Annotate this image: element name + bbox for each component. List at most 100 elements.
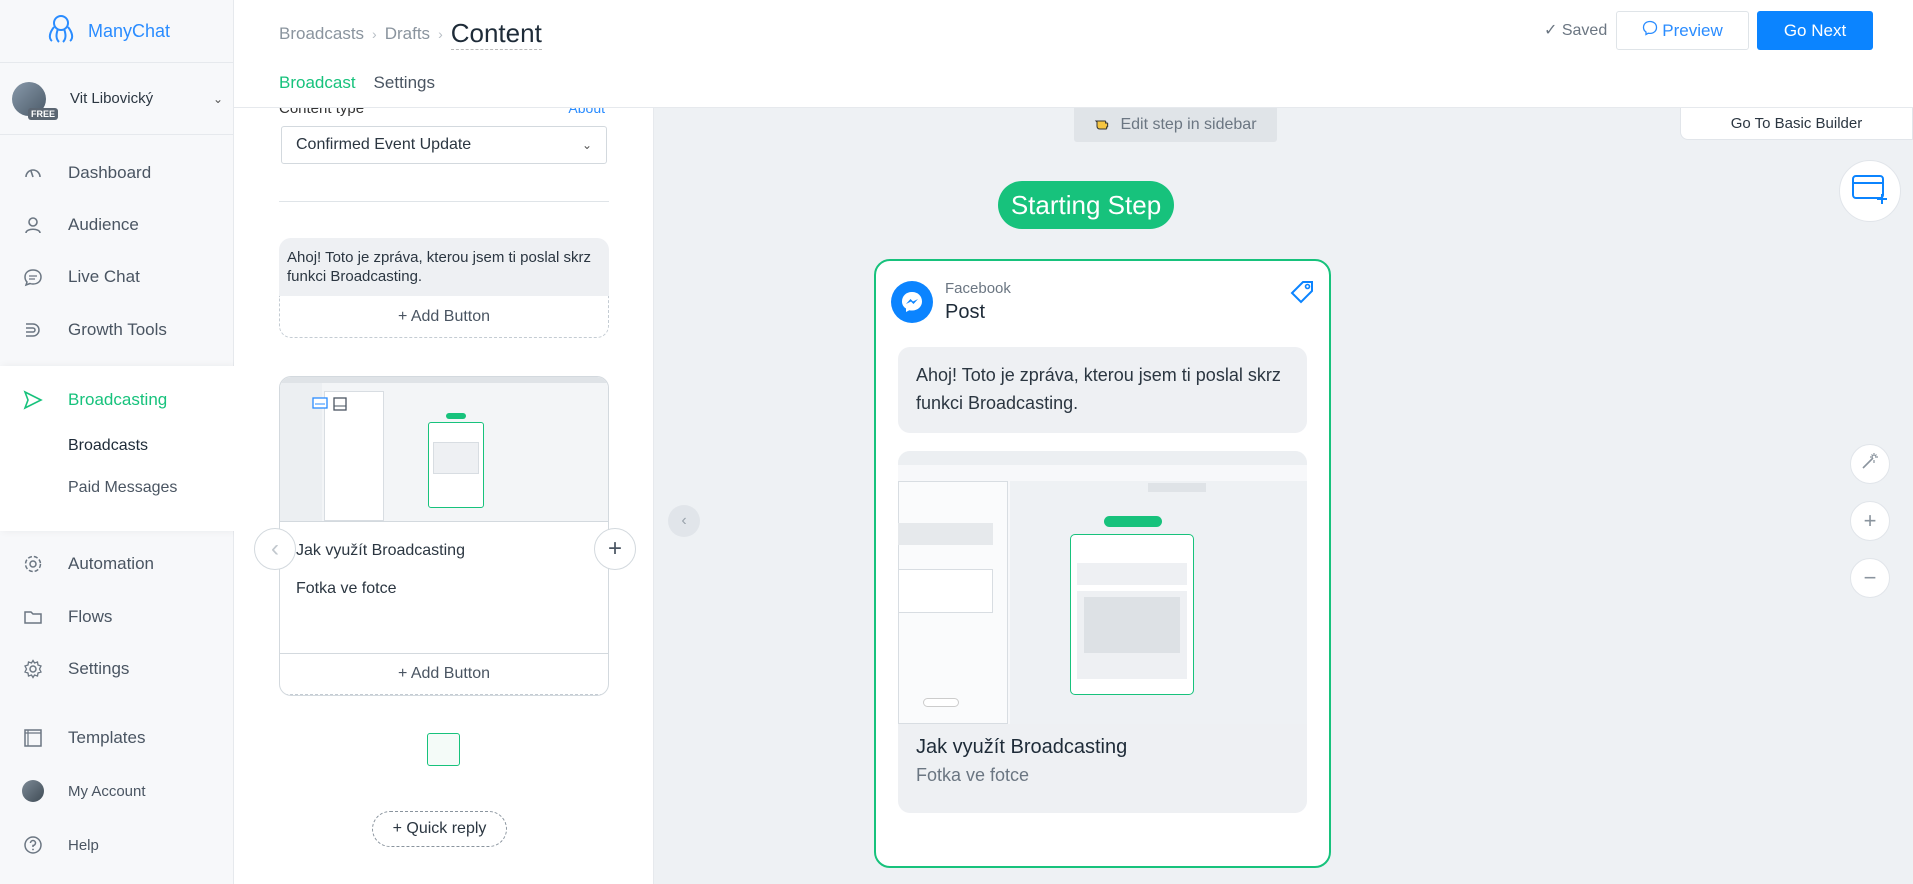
sidebar-item-label: Dashboard	[68, 163, 152, 182]
node-card-title: Jak využít Broadcasting	[916, 736, 1128, 758]
add-button-button[interactable]: + Add Button	[279, 296, 609, 338]
pointing-hand-icon	[1094, 115, 1114, 136]
help-icon	[22, 834, 44, 856]
text-message-block[interactable]: Ahoj! Toto je zpráva, kterou jsem ti pos…	[279, 238, 609, 338]
chevron-left-icon: ‹	[681, 512, 687, 529]
node-platform: Facebook	[945, 280, 1011, 297]
sidebar-item-label: Templates	[68, 728, 146, 747]
sidebar-item-help[interactable]: Help	[0, 825, 234, 865]
gear-icon	[22, 658, 44, 680]
check-icon: ✓	[1544, 22, 1558, 39]
add-gallery-card-button[interactable]: +	[594, 528, 636, 570]
sidebar-item-label: Flows	[68, 607, 113, 626]
add-step-button[interactable]	[1839, 160, 1901, 222]
plus-icon: +	[607, 535, 622, 562]
gallery-image[interactable]	[280, 377, 608, 522]
divider	[279, 201, 609, 202]
breadcrumb-broadcasts[interactable]: Broadcasts	[279, 24, 364, 44]
brand-name: ManyChat	[88, 20, 171, 41]
message-text[interactable]: Ahoj! Toto je zpráva, kterou jsem ti pos…	[279, 238, 609, 296]
edit-step-hint: Edit step in sidebar	[1074, 108, 1277, 142]
preview-button[interactable]: Preview	[1616, 11, 1749, 50]
sidebar-item-live-chat[interactable]: Live Chat	[0, 257, 234, 297]
breadcrumb: Broadcasts › Drafts › Content	[279, 18, 542, 50]
content-type-label: Content type	[279, 108, 365, 117]
minus-icon: −	[1863, 565, 1877, 590]
gallery-subtitle[interactable]: Fotka ve fotce	[280, 560, 608, 653]
magic-wand-icon	[1860, 451, 1880, 477]
avatar: FREE	[12, 81, 59, 120]
card-thumbnail[interactable]	[427, 733, 460, 766]
sidebar-item-label: Broadcasting	[68, 390, 168, 409]
tab-broadcast[interactable]: Broadcast	[279, 73, 356, 93]
sidebar-item-label: Live Chat	[68, 267, 140, 286]
gallery-card: Jak využít Broadcasting Fotka ve fotce +…	[279, 376, 609, 696]
chevron-down-icon: ⌄	[212, 91, 223, 106]
gallery-prev-button[interactable]: ‹	[254, 528, 296, 570]
node-message: Ahoj! Toto je zpráva, kterou jsem ti pos…	[898, 347, 1307, 433]
saved-status: ✓ Saved	[1544, 22, 1608, 39]
sidebar-item-audience[interactable]: Audience	[0, 205, 234, 245]
content-type-about-link[interactable]: About	[568, 108, 605, 116]
node-gallery-image	[898, 451, 1307, 724]
growth-icon	[22, 319, 44, 341]
sidebar-item-label: My Account	[68, 782, 146, 800]
gallery-title[interactable]: Jak využít Broadcasting	[280, 522, 608, 560]
chat-icon	[22, 266, 44, 288]
editor-panel: Content type About Confirmed Event Updat…	[234, 108, 654, 884]
brand-logo[interactable]: ManyChat	[0, 0, 233, 63]
add-button-button[interactable]: + Add Button	[280, 653, 608, 695]
flow-node-post[interactable]: Facebook Post Ahoj! Toto je zpráva, kter…	[874, 259, 1331, 868]
app-sidebar: ManyChat FREE Vit Libovický ⌄ Dashboard …	[0, 0, 234, 884]
mobile-icon[interactable]	[332, 397, 348, 416]
sidebar-subitem-paid-messages[interactable]: Paid Messages	[68, 479, 177, 497]
zoom-out-button[interactable]: −	[1850, 558, 1890, 598]
sidebar-item-broadcasting[interactable]: Broadcasting	[0, 380, 234, 420]
zoom-in-button[interactable]: +	[1850, 501, 1890, 541]
sidebar-subitem-broadcasts[interactable]: Broadcasts	[68, 437, 148, 455]
chevron-right-icon: ›	[372, 26, 377, 42]
folder-icon	[22, 606, 44, 628]
account-avatar-icon	[22, 780, 44, 802]
send-icon	[22, 389, 44, 411]
chevron-down-icon: ⌄	[581, 138, 592, 152]
go-to-basic-builder-button[interactable]: Go To Basic Builder	[1680, 108, 1913, 140]
sidebar-item-settings[interactable]: Settings	[0, 649, 234, 689]
plan-badge: FREE	[28, 107, 59, 120]
tag-icon[interactable]	[1289, 279, 1315, 310]
user-switcher[interactable]: FREE Vit Libovický ⌄	[0, 63, 233, 135]
sidebar-item-my-account[interactable]: My Account	[0, 771, 234, 811]
sidebar-item-label: Help	[68, 836, 99, 854]
quick-reply-button[interactable]: + Quick reply	[372, 811, 507, 847]
messenger-icon	[1642, 20, 1658, 41]
magic-wand-button[interactable]	[1850, 444, 1890, 484]
sidebar-item-templates[interactable]: Templates	[0, 718, 234, 758]
tab-settings[interactable]: Settings	[374, 73, 435, 93]
top-header: Broadcasts › Drafts › Content Broadcast …	[234, 0, 1913, 108]
person-icon	[22, 214, 44, 236]
user-name: Vit Libovický	[70, 90, 154, 107]
desktop-icon[interactable]	[312, 397, 328, 416]
add-card-icon	[1850, 172, 1890, 211]
sidebar-item-dashboard[interactable]: Dashboard	[0, 153, 234, 193]
sidebar-item-growth-tools[interactable]: Growth Tools	[0, 310, 234, 350]
automation-icon	[22, 553, 44, 575]
flow-canvas[interactable]: ‹ Edit step in sidebar Go To Basic Build…	[654, 108, 1913, 884]
node-card-subtitle: Fotka ve fotce	[916, 765, 1030, 785]
sidebar-item-label: Audience	[68, 215, 139, 234]
sidebar-item-label: Settings	[68, 659, 130, 678]
manychat-logo-icon	[44, 14, 78, 49]
templates-icon	[22, 727, 44, 749]
plus-icon: +	[1863, 508, 1877, 533]
starting-step-label: Starting Step	[998, 181, 1174, 229]
node-type: Post	[945, 301, 986, 323]
collapse-panel-button[interactable]: ‹	[668, 505, 700, 537]
sidebar-item-label: Growth Tools	[68, 320, 167, 339]
content-type-select[interactable]: Confirmed Event Update ⌄	[281, 126, 607, 164]
page-title[interactable]: Content	[450, 18, 542, 50]
breadcrumb-drafts[interactable]: Drafts	[385, 24, 430, 44]
dashboard-icon	[22, 162, 44, 184]
sidebar-item-flows[interactable]: Flows	[0, 597, 234, 637]
go-next-button[interactable]: Go Next	[1757, 11, 1873, 50]
sidebar-item-automation[interactable]: Automation	[0, 544, 234, 584]
